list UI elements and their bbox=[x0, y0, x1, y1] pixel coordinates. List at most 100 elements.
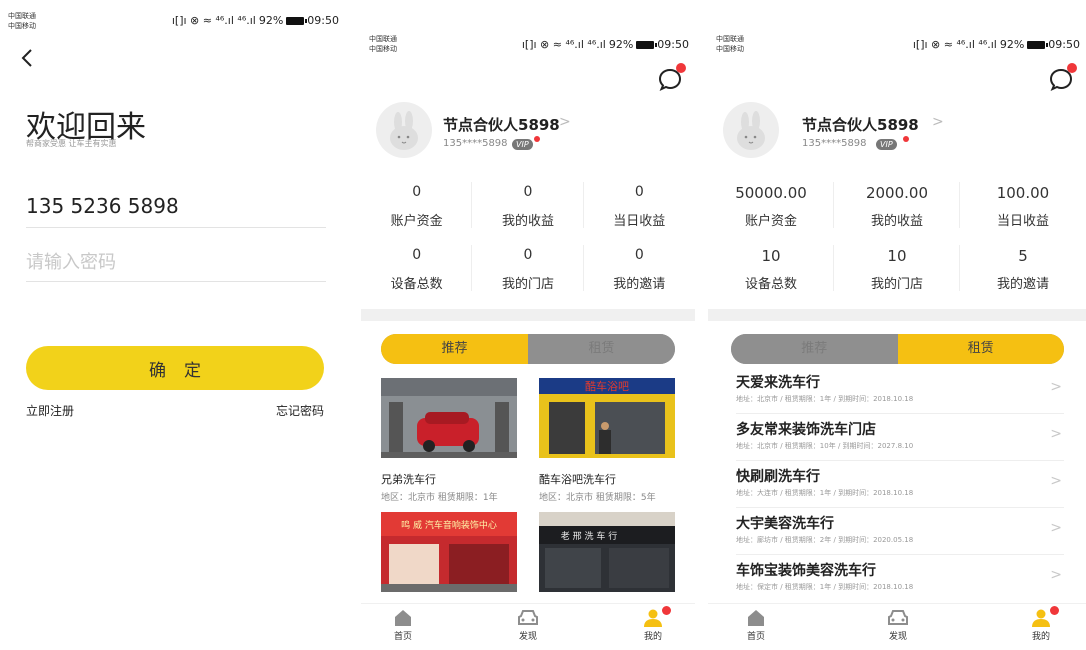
signal-icons: ı[]ı ⊗ ≈ ⁴⁶.ıl ⁴⁶.ıl bbox=[171, 14, 256, 27]
chevron-right-icon[interactable]: > bbox=[559, 114, 571, 130]
shop-card[interactable]: 鸣 威 汽车音响装饰中心 bbox=[381, 512, 519, 596]
stat-my-invites[interactable]: 0 我的邀请 bbox=[584, 241, 695, 297]
list-item[interactable]: 多友常来装饰洗车门店 地址：北京市 / 租赁期限：10年 / 到期时间：2027… bbox=[736, 414, 1064, 461]
home-icon bbox=[395, 610, 411, 626]
stat-value: 10 bbox=[761, 247, 781, 265]
shop-photo: 酷车浴吧 bbox=[539, 378, 675, 458]
nav-mine[interactable]: 我的 bbox=[628, 606, 678, 642]
status-indicators: ı[]ı ⊗ ≈ ⁴⁶.ıl ⁴⁶.ıl 92% 09:50 bbox=[522, 38, 689, 51]
battery-icon bbox=[1027, 40, 1049, 49]
chevron-right-icon: > bbox=[1050, 379, 1062, 395]
shop-card[interactable]: 酷车浴吧 酷车浴吧洗车行 地区：北京市 租赁期限：5年 bbox=[539, 378, 677, 503]
stat-label: 我的收益 bbox=[870, 214, 923, 229]
register-link[interactable]: 立即注册 bbox=[26, 402, 74, 419]
user-phone: 135****5898 bbox=[443, 138, 508, 149]
login-screen: 中国联通 中国移动 ı[]ı ⊗ ≈ ⁴⁶.ıl ⁴⁶.ıl 92% 09:50… bbox=[0, 0, 345, 650]
user-icon bbox=[1032, 609, 1050, 627]
stat-value: 0 bbox=[634, 184, 644, 200]
signal-icons: ı[]ı ⊗ ≈ ⁴⁶.ıl ⁴⁶.ıl bbox=[521, 38, 606, 51]
profile-screen-rental: 中国联通 中国移动 ı[]ı ⊗ ≈ ⁴⁶.ıl ⁴⁶.ıl 92% 09:50… bbox=[708, 0, 1086, 650]
status-bar: 中国联通 中国移动 ı[]ı ⊗ ≈ ⁴⁶.ıl ⁴⁶.ıl 92% 09:50 bbox=[708, 0, 1086, 56]
store-meta: 地址：廊坊市 / 租赁期限：2年 / 到期时间：2020.05.18 bbox=[736, 536, 914, 544]
battery-percent: 92% bbox=[258, 14, 284, 27]
stat-label: 我的邀请 bbox=[613, 277, 666, 292]
stat-value: 0 bbox=[412, 247, 422, 263]
nav-label: 首页 bbox=[393, 632, 412, 642]
stat-account-funds[interactable]: 50000.00 账户资金 bbox=[708, 178, 834, 234]
stat-label: 账户资金 bbox=[390, 214, 443, 229]
tab-recommend[interactable]: 推荐 bbox=[381, 334, 528, 364]
stat-today-earnings[interactable]: 100.00 当日收益 bbox=[960, 178, 1086, 234]
list-item[interactable]: 天爱来洗车行 地址：北京市 / 租赁期限：1年 / 到期时间：2018.10.1… bbox=[736, 367, 1064, 414]
list-item[interactable]: 车饰宝装饰美容洗车行 地址：保定市 / 租赁期限：1年 / 到期时间：2018.… bbox=[736, 555, 1064, 602]
store-name: 快刷刷洗车行 bbox=[736, 469, 820, 485]
tab-rental[interactable]: 租赁 bbox=[897, 334, 1064, 364]
page-subtitle: 帮商家受惠 让车主有实惠 bbox=[26, 139, 117, 148]
avatar[interactable] bbox=[376, 102, 432, 158]
stat-my-stores[interactable]: 10 我的门店 bbox=[834, 241, 960, 297]
store-meta: 地址：保定市 / 租赁期限：1年 / 到期时间：2018.10.18 bbox=[736, 583, 914, 591]
message-badge bbox=[1067, 63, 1077, 73]
shop-card[interactable]: 兄弟洗车行 地区：北京市 租赁期限：1年 bbox=[381, 378, 519, 503]
back-arrow-icon[interactable] bbox=[16, 46, 40, 70]
username[interactable]: 节点合伙人5898 bbox=[802, 114, 919, 135]
nav-discover[interactable]: 发现 bbox=[503, 608, 553, 642]
stat-label: 我的门店 bbox=[501, 277, 554, 292]
store-name: 大宇美容洗车行 bbox=[736, 516, 834, 532]
stat-my-invites[interactable]: 5 我的邀请 bbox=[960, 241, 1086, 297]
stat-today-earnings[interactable]: 0 当日收益 bbox=[584, 178, 695, 234]
tab-recommend[interactable]: 推荐 bbox=[731, 334, 898, 364]
shop-card[interactable]: 老 邢 洗 车 行 bbox=[539, 512, 677, 596]
stat-value: 0 bbox=[523, 184, 533, 200]
stat-label: 设备总数 bbox=[390, 277, 443, 292]
signal-icons: ı[]ı ⊗ ≈ ⁴⁶.ıl ⁴⁶.ıl bbox=[912, 38, 997, 51]
nav-label: 发现 bbox=[518, 632, 537, 642]
list-item[interactable]: 快刷刷洗车行 地址：大连市 / 租赁期限：1年 / 到期时间：2018.10.1… bbox=[736, 461, 1064, 508]
phone-field[interactable]: 135 5236 5898 bbox=[26, 192, 326, 228]
nav-home[interactable]: 首页 bbox=[378, 608, 428, 642]
stat-value: 0 bbox=[412, 184, 422, 200]
store-name: 车饰宝装饰美容洗车行 bbox=[736, 563, 876, 579]
status-bar: 中国联通 中国移动 ı[]ı ⊗ ≈ ⁴⁶.ıl ⁴⁶.ıl 92% 09:50 bbox=[0, 0, 345, 56]
store-meta: 地址：大连市 / 租赁期限：1年 / 到期时间：2018.10.18 bbox=[736, 489, 914, 497]
shop-name: 酷车浴吧洗车行 bbox=[539, 473, 616, 486]
username[interactable]: 节点合伙人5898 bbox=[443, 114, 560, 135]
stat-device-total[interactable]: 0 设备总数 bbox=[361, 241, 473, 297]
confirm-button[interactable]: 确定 bbox=[26, 346, 324, 390]
shop-photo: 鸣 威 汽车音响装饰中心 bbox=[381, 512, 517, 592]
stat-label: 当日收益 bbox=[996, 214, 1049, 229]
user-icon bbox=[644, 609, 662, 627]
forgot-password-link[interactable]: 忘记密码 bbox=[276, 402, 324, 419]
home-icon bbox=[748, 610, 764, 626]
stat-value: 0 bbox=[634, 247, 644, 263]
shop-photo: 老 邢 洗 车 行 bbox=[539, 512, 675, 592]
nav-mine[interactable]: 我的 bbox=[1016, 606, 1066, 642]
chevron-right-icon: > bbox=[1050, 426, 1062, 442]
password-field[interactable] bbox=[26, 244, 326, 282]
clock: 09:50 bbox=[657, 38, 689, 51]
tab-rental[interactable]: 租赁 bbox=[528, 334, 675, 364]
status-indicators: ı[]ı ⊗ ≈ ⁴⁶.ıl ⁴⁶.ıl 92% 09:50 bbox=[172, 14, 339, 27]
profile-screen-empty: 中国联通 中国移动 ı[]ı ⊗ ≈ ⁴⁶.ıl ⁴⁶.ıl 92% 09:50… bbox=[361, 0, 695, 650]
stat-device-total[interactable]: 10 设备总数 bbox=[708, 241, 834, 297]
nav-badge bbox=[1050, 606, 1059, 615]
avatar[interactable] bbox=[723, 102, 779, 158]
stat-my-earnings[interactable]: 2000.00 我的收益 bbox=[834, 178, 960, 234]
shop-sign: 老 邢 洗 车 行 bbox=[561, 530, 617, 542]
stat-label: 我的邀请 bbox=[996, 277, 1049, 292]
list-item[interactable]: 大宇美容洗车行 地址：廊坊市 / 租赁期限：2年 / 到期时间：2020.05.… bbox=[736, 508, 1064, 555]
nav-discover[interactable]: 发现 bbox=[873, 608, 923, 642]
shop-name: 兄弟洗车行 bbox=[381, 473, 436, 486]
bunny-avatar-icon bbox=[390, 111, 418, 150]
stat-my-stores[interactable]: 0 我的门店 bbox=[472, 241, 584, 297]
nav-home[interactable]: 首页 bbox=[731, 608, 781, 642]
stat-value: 10 bbox=[887, 247, 907, 265]
section-divider bbox=[708, 309, 1086, 321]
chevron-right-icon: > bbox=[1050, 520, 1062, 536]
stat-label: 我的收益 bbox=[501, 214, 554, 229]
store-name: 多友常来装饰洗车门店 bbox=[736, 422, 876, 438]
stat-my-earnings[interactable]: 0 我的收益 bbox=[472, 178, 584, 234]
chevron-right-icon[interactable]: > bbox=[932, 114, 944, 130]
stat-account-funds[interactable]: 0 账户资金 bbox=[361, 178, 473, 234]
vip-badge: VIP bbox=[876, 139, 897, 150]
